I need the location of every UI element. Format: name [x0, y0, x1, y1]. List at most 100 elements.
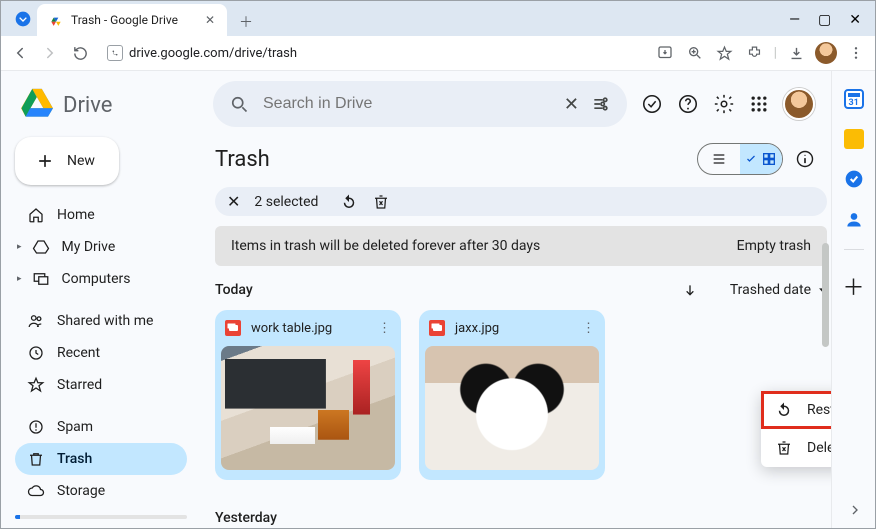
add-app-icon[interactable]: ＋ — [842, 270, 864, 302]
calendar-app-icon[interactable]: 31 — [844, 89, 864, 109]
nav-back-icon[interactable] — [9, 42, 31, 64]
file-name: work table.jpg — [251, 321, 332, 336]
view-toggle[interactable] — [697, 143, 783, 175]
spam-icon — [27, 418, 45, 436]
help-icon[interactable] — [677, 93, 699, 115]
offline-ready-icon[interactable] — [641, 93, 663, 115]
clock-icon — [27, 344, 45, 362]
cloud-icon — [27, 482, 45, 500]
list-view-button[interactable] — [698, 144, 740, 174]
sidebar-item-spam[interactable]: Spam — [15, 411, 187, 443]
people-icon — [27, 312, 45, 330]
sort-label[interactable]: Trashed date — [730, 282, 811, 298]
file-card[interactable]: jaxx.jpg ⋮ — [419, 310, 605, 480]
side-panel-divider — [844, 249, 864, 250]
sidebar-item-storage[interactable]: Storage — [15, 475, 187, 507]
new-tab-button[interactable]: ＋ — [235, 8, 257, 36]
info-icon[interactable] — [795, 149, 815, 169]
tasks-app-icon[interactable] — [844, 169, 864, 189]
tab-drop-icon[interactable] — [9, 11, 37, 27]
sidebar-item-label: Computers — [62, 271, 131, 287]
sidebar-item-label: Home — [57, 207, 95, 223]
side-panel: 31 ＋ — [831, 71, 875, 528]
restore-icon — [775, 401, 793, 419]
section-today: Today — [215, 282, 253, 298]
page-title: Trash — [215, 147, 685, 172]
file-name: jaxx.jpg — [455, 321, 499, 336]
window-close-icon[interactable]: ✕ — [849, 12, 861, 28]
account-avatar[interactable] — [783, 88, 815, 120]
plus-icon — [35, 151, 55, 171]
apps-grid-icon[interactable] — [749, 94, 769, 114]
sidebar-item-label: My Drive — [62, 239, 116, 255]
site-info-icon[interactable] — [107, 45, 123, 61]
restore-icon[interactable] — [340, 193, 358, 211]
window-maximize-icon[interactable]: ▢ — [818, 12, 831, 28]
sidebar-item-starred[interactable]: Starred — [15, 369, 187, 401]
sidebar-item-trash[interactable]: Trash — [15, 443, 187, 475]
main-content: ✕ Trash ✕ 2 selected — [201, 71, 875, 528]
drive-logo-icon — [19, 87, 55, 123]
sidebar-item-shared[interactable]: Shared with me — [15, 305, 187, 337]
star-icon — [27, 376, 45, 394]
bookmark-star-icon[interactable] — [714, 42, 736, 64]
new-button[interactable]: New — [15, 137, 119, 185]
drive-logo[interactable]: Drive — [15, 79, 187, 137]
new-button-label: New — [67, 153, 95, 169]
delete-forever-icon[interactable] — [372, 193, 390, 211]
url-field[interactable]: drive.google.com/drive/trash — [99, 41, 646, 65]
drive-favicon-icon — [49, 13, 63, 27]
zoom-icon[interactable] — [684, 42, 706, 64]
trash-icon — [27, 450, 45, 468]
nav-forward-icon[interactable] — [39, 42, 61, 64]
drive-icon — [32, 238, 50, 256]
storage-text: 392.2 MB of 15 GB used — [15, 527, 187, 528]
file-menu-icon[interactable]: ⋮ — [378, 321, 391, 336]
file-menu-icon[interactable]: ⋮ — [582, 321, 595, 336]
file-card[interactable]: work table.jpg ⋮ — [215, 310, 401, 480]
tab-close-icon[interactable]: ✕ — [205, 13, 215, 27]
image-file-icon — [429, 320, 445, 336]
nav-reload-icon[interactable] — [69, 42, 91, 64]
install-app-icon[interactable] — [654, 42, 676, 64]
extensions-icon[interactable] — [744, 42, 766, 64]
search-filter-icon[interactable] — [591, 94, 611, 114]
sidebar-item-home[interactable]: Home — [15, 199, 187, 231]
sidebar-item-recent[interactable]: Recent — [15, 337, 187, 369]
empty-trash-button[interactable]: Empty trash — [737, 238, 811, 254]
contacts-app-icon[interactable] — [844, 209, 864, 229]
trash-banner: Items in trash will be deleted forever a… — [215, 226, 827, 266]
sidebar-item-label: Spam — [57, 419, 93, 435]
banner-text: Items in trash will be deleted forever a… — [231, 238, 540, 254]
window-minimize-icon[interactable]: — — [789, 12, 800, 28]
address-bar: drive.google.com/drive/trash | — [1, 36, 875, 71]
menu-separator: | — [774, 45, 777, 61]
browser-tab[interactable]: Trash - Google Drive ✕ — [37, 4, 227, 36]
home-icon — [27, 206, 45, 224]
file-thumbnail — [425, 346, 599, 470]
grid-view-button[interactable] — [740, 144, 782, 174]
sidebar: Drive New Home My Drive Computers Shared… — [1, 71, 201, 528]
browser-tab-strip: Trash - Google Drive ✕ ＋ — ▢ ✕ — [1, 1, 875, 36]
keep-app-icon[interactable] — [844, 129, 864, 149]
selection-bar: ✕ 2 selected — [215, 187, 827, 216]
search-input[interactable] — [261, 94, 552, 114]
browser-menu-icon[interactable] — [845, 42, 867, 64]
downloads-icon[interactable] — [785, 42, 807, 64]
delete-forever-icon — [775, 439, 793, 457]
sidebar-item-computers[interactable]: Computers — [15, 263, 187, 295]
profile-icon[interactable] — [815, 42, 837, 64]
sidebar-item-label: Recent — [57, 345, 100, 361]
selection-count: 2 selected — [254, 194, 318, 210]
collapse-panel-icon[interactable] — [847, 502, 863, 518]
sidebar-item-label: Shared with me — [57, 313, 153, 329]
sidebar-item-label: Storage — [57, 483, 105, 499]
sort-direction-icon[interactable] — [682, 282, 698, 298]
scrollbar-thumb[interactable] — [822, 243, 829, 347]
search-box[interactable]: ✕ — [213, 81, 627, 127]
section-yesterday: Yesterday — [215, 510, 277, 526]
sidebar-item-mydrive[interactable]: My Drive — [15, 231, 187, 263]
settings-gear-icon[interactable] — [713, 93, 735, 115]
clear-selection-icon[interactable]: ✕ — [227, 192, 240, 211]
clear-search-icon[interactable]: ✕ — [564, 94, 579, 115]
